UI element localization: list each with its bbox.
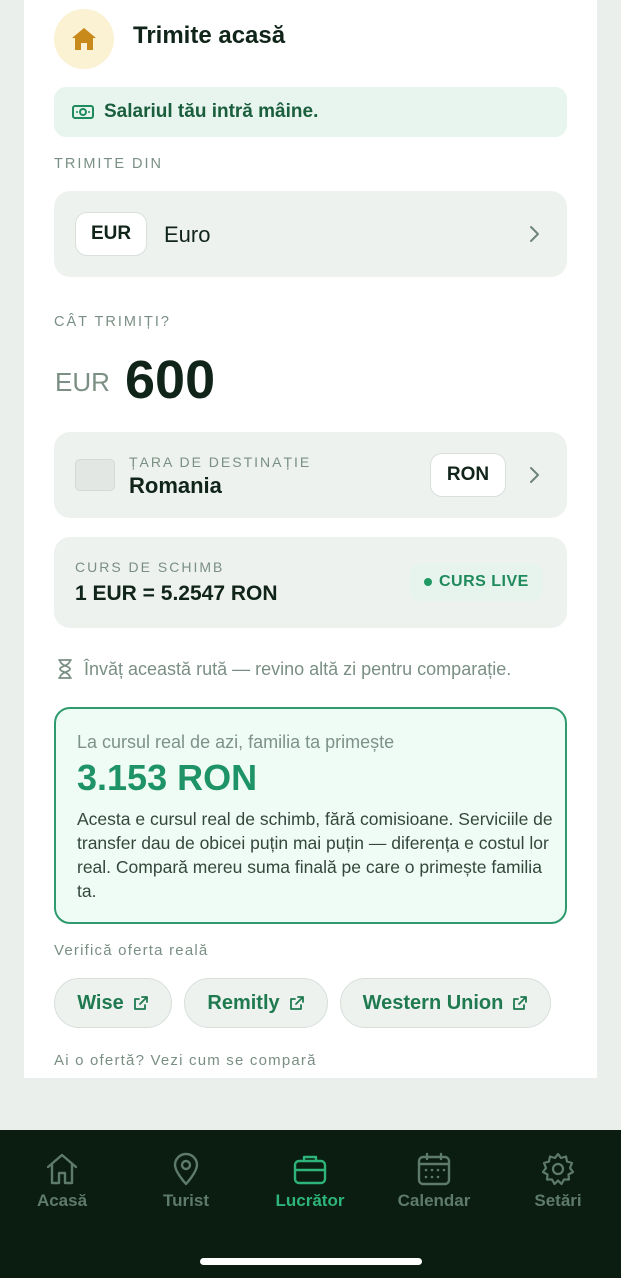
nav-item-setari[interactable]: Setări [496, 1152, 620, 1211]
nav-label: Acasă [36, 1191, 88, 1210]
destination-country: Romania [129, 473, 222, 498]
route-note-text: Învăț această rută — revino altă zi pent… [84, 658, 512, 679]
nav-item-turist[interactable]: Turist [124, 1152, 248, 1211]
home-icon [72, 28, 96, 50]
amount-input[interactable]: 600 [125, 349, 215, 411]
destination-label: ȚARA DE DESTINAȚIE [129, 454, 312, 470]
gear-icon [541, 1152, 575, 1186]
map-pin-icon [173, 1152, 199, 1186]
nav-item-calendar[interactable]: Calendar [372, 1152, 496, 1211]
nav-label: Setări [534, 1191, 582, 1210]
send-from-selector[interactable]: EUR Euro [54, 191, 567, 277]
nav-label: Turist [163, 1191, 209, 1210]
live-dot-icon [424, 578, 432, 586]
home-badge [54, 9, 114, 69]
live-rate-label: CURS LIVE [439, 573, 529, 590]
result-value: 3.153 RON [77, 757, 258, 798]
nav-label: Lucrător [275, 1191, 345, 1210]
verify-label: Verifică oferta reală [54, 942, 209, 959]
provider-label: Remitly [207, 991, 280, 1014]
provider-wise-button[interactable]: Wise [54, 978, 172, 1028]
home-indicator [200, 1258, 422, 1265]
chevron-right-icon [530, 467, 539, 483]
currency-name: Euro [164, 222, 211, 247]
provider-western-union-button[interactable]: Western Union [340, 978, 551, 1028]
nav-item-acasa[interactable]: Acasă [0, 1152, 124, 1211]
external-link-icon [289, 996, 304, 1010]
result-lead: La cursul real de azi, familia ta primeș… [77, 732, 395, 752]
provider-remitly-button[interactable]: Remitly [184, 978, 328, 1028]
exchange-rate-card: CURS DE SCHIMB 1 EUR = 5.2547 RON CURS L… [54, 537, 567, 628]
live-rate-badge: CURS LIVE [410, 563, 543, 601]
home-icon [46, 1153, 78, 1185]
main-card: Trimite acasă Salariul tău intră mâine. … [24, 0, 597, 1078]
send-from-label: TRIMITE DIN [54, 156, 163, 172]
hourglass-icon [58, 659, 72, 679]
result-card: La cursul real de azi, familia ta primeș… [54, 707, 567, 924]
briefcase-icon [293, 1155, 327, 1185]
page-title: Trimite acasă [133, 22, 286, 49]
destination-currency-pill: RON [430, 453, 506, 497]
external-link-icon [513, 996, 528, 1010]
bottom-nav: Acasă Turist Lucrător Calendar Setări [0, 1130, 621, 1278]
exchange-rate: 1 EUR = 5.2547 RON [75, 582, 278, 605]
external-link-icon [133, 996, 148, 1010]
salary-banner: Salariul tău intră mâine. [54, 87, 567, 137]
calendar-icon [417, 1152, 451, 1186]
provider-label: Wise [77, 991, 124, 1014]
chevron-right-icon [530, 226, 539, 242]
exchange-label: CURS DE SCHIMB [75, 559, 225, 575]
nav-label: Calendar [397, 1191, 471, 1210]
money-icon [72, 103, 94, 121]
result-description: Acesta e cursul real de schimb, fără com… [77, 809, 553, 901]
nav-item-lucrator[interactable]: Lucrător [248, 1152, 372, 1211]
amount-currency: EUR [55, 367, 110, 397]
banner-text: Salariul tău intră mâine. [104, 101, 319, 122]
destination-selector[interactable]: ȚARA DE DESTINAȚIE Romania RON [54, 432, 567, 518]
amount-label: CÂT TRIMIȚI? [54, 314, 171, 330]
route-note: Învăț această rută — revino altă zi pent… [56, 658, 511, 680]
flag-placeholder [75, 459, 115, 491]
currency-code-pill: EUR [75, 212, 147, 256]
provider-label: Western Union [362, 991, 504, 1014]
compare-offer-link[interactable]: Ai o ofertă? Vezi cum se compară [54, 1052, 317, 1069]
